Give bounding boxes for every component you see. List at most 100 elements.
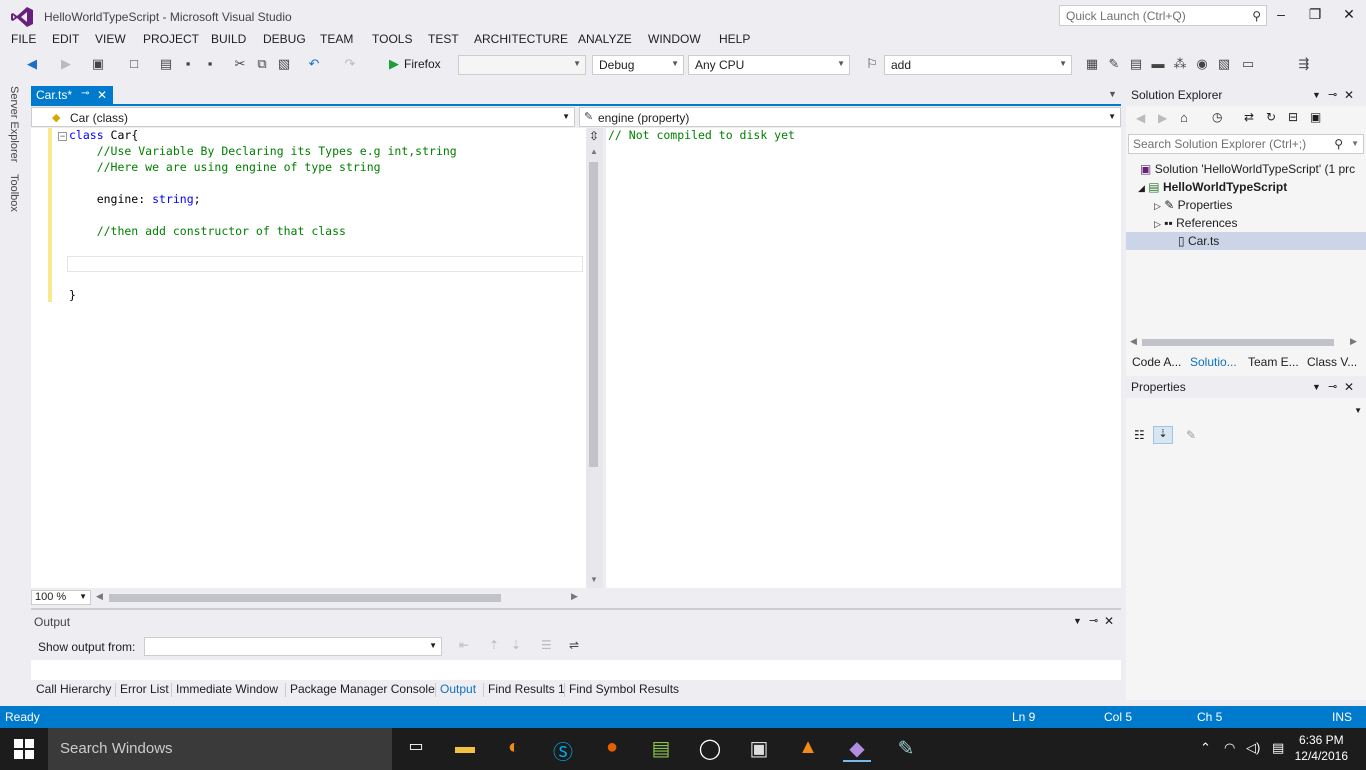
word-wrap-icon[interactable]: ⇌ [569,638,579,652]
output-menu-icon[interactable]: ▼ [1073,616,1082,626]
tab-find-symbol-results[interactable]: Find Symbol Results [569,682,679,696]
toolbox-icon[interactable]: ▬ [1150,56,1166,71]
pin-icon[interactable]: ⊸ [81,88,89,99]
scroll-down-icon[interactable]: ▼ [590,575,598,584]
panel-menu-icon[interactable]: ▼ [1312,382,1321,392]
browse-icon[interactable]: ◉ [1194,56,1210,72]
panel-close-icon[interactable]: ✕ [1344,380,1354,394]
restore-button[interactable]: ❐ [1300,6,1330,26]
split-icon[interactable]: ⇳ [589,129,599,143]
sync-icon[interactable]: ⇄ [1244,110,1254,124]
menu-team[interactable]: TEAM [320,32,353,46]
tab-overflow-icon[interactable]: ▼ [1108,89,1117,99]
forward-icon[interactable]: ▶ [1158,111,1167,125]
tab-error-list[interactable]: Error List [120,682,169,696]
start-debug-icon[interactable]: ▶ [386,56,402,72]
menu-help[interactable]: HELP [719,32,750,46]
scroll-left-icon[interactable]: ◀ [1130,336,1137,347]
tab-solution-explorer[interactable]: Solutio... [1190,355,1237,369]
menu-window[interactable]: WINDOW [648,32,701,46]
wifi-icon[interactable]: ◠ [1224,740,1235,756]
run-target-label[interactable]: Firefox [404,57,441,71]
member-combo[interactable]: ✎ engine (property) ▼ [579,107,1121,127]
close-tab-icon[interactable]: ✕ [97,88,107,102]
paint-icon[interactable]: ✎ [892,736,920,762]
music-app-icon[interactable]: ◐ [500,736,528,762]
cut-icon[interactable]: ✂ [232,56,248,72]
code-editor[interactable]: − class Car{ //Use Variable By Declaring… [31,128,586,588]
vlc-icon[interactable]: ▲ [794,736,822,762]
task-view-icon[interactable]: ▭ [402,736,430,762]
panel-pin-icon[interactable]: ⊸ [1328,380,1337,393]
scroll-right-icon[interactable]: ▶ [571,591,578,602]
home-icon[interactable]: ⌂ [1180,110,1188,125]
menu-view[interactable]: VIEW [95,32,126,46]
clear-all-icon[interactable]: ☰ [541,638,552,652]
tab-immediate-window[interactable]: Immediate Window [176,682,278,696]
tree-item-solution[interactable]: ▣ Solution 'HelloWorldTypeScript' (1 prc [1126,160,1366,178]
tab-class-view[interactable]: Class V... [1307,355,1357,369]
show-all-files-icon[interactable]: ▣ [1310,110,1321,124]
visual-studio-icon[interactable]: ◆ [843,736,871,762]
open-file-icon[interactable]: ▤ [158,56,174,72]
solution-search-input[interactable]: Search Solution Explorer (Ctrl+;) ⚲ ▼ [1128,134,1364,154]
se-horizontal-scrollbar[interactable]: ◀ ▶ [1126,336,1366,348]
scroll-thumb[interactable] [1142,339,1334,346]
collapsed-arrow-icon[interactable]: ▷ [1154,201,1161,211]
redo-icon[interactable]: ↷ [342,56,358,72]
collapse-icon[interactable]: − [58,132,67,141]
output-text-area[interactable] [31,660,1121,680]
volume-icon[interactable]: ◁) [1246,740,1260,756]
editor-vertical-scrollbar[interactable]: ⇳ ▲ ▼ [586,128,603,588]
goto-next-icon[interactable]: ⇣ [511,638,521,652]
undo-icon[interactable]: ↶ [306,56,322,72]
camera-app-icon[interactable]: ▣ [745,736,773,762]
output-pin-icon[interactable]: ⊸ [1089,614,1098,627]
output-close-icon[interactable]: ✕ [1104,614,1114,628]
tab-team-explorer[interactable]: Team E... [1248,355,1299,369]
wrench-icon[interactable]: ✎ [1106,56,1122,72]
tree-item-properties[interactable]: ▷ ✎ Properties [1126,196,1366,214]
customize-icon[interactable]: ⇶ [1296,56,1312,72]
tab-output[interactable]: Output [440,682,476,696]
platform-select[interactable]: Any CPU ▼ [688,55,850,75]
menu-test[interactable]: TEST [428,32,459,46]
opera-icon[interactable]: ◯ [696,736,724,762]
menu-file[interactable]: FILE [11,32,36,46]
taskbar-search[interactable]: Search Windows [48,728,392,770]
menu-analyze[interactable]: ANALYZE [578,32,632,46]
alphabetical-icon[interactable]: ⇣ [1153,426,1173,444]
menu-project[interactable]: PROJECT [143,32,199,46]
forward-icon[interactable]: ▶ [58,56,74,72]
empty-combo[interactable]: ▼ [458,55,586,75]
tree-item-references[interactable]: ▷ ▪▪ References [1126,214,1366,232]
new-project-icon[interactable]: ▣ [90,56,106,72]
properties-object-select[interactable]: ▼ [1126,402,1366,420]
copy-icon[interactable]: ⧉ [254,56,270,72]
save-all-icon[interactable]: ▪ [202,56,218,71]
tree-item-car-ts[interactable]: ▯ Car.ts [1126,232,1366,250]
js-preview-pane[interactable]: // Not compiled to disk yet [606,128,1121,588]
horizontal-scroll-thumb[interactable] [109,594,501,602]
tab-code-analysis[interactable]: Code A... [1132,355,1181,369]
team-icon[interactable]: ⁂ [1172,56,1188,72]
property-pages-icon[interactable]: ✎ [1186,428,1196,442]
type-combo[interactable]: ◆ Car (class) ▼ [31,107,575,127]
tab-call-hierarchy[interactable]: Call Hierarchy [36,682,111,696]
notifications-icon[interactable]: ▤ [1272,740,1284,756]
collapse-all-icon[interactable]: ⊟ [1288,110,1298,124]
output-source-select[interactable]: ▼ [144,637,442,656]
find-icon[interactable]: ⚐ [864,56,880,72]
add-item-icon[interactable]: □ [126,56,142,71]
toolbox-tab[interactable]: Toolbox [8,174,20,212]
categorized-icon[interactable]: ☷ [1134,428,1145,442]
close-window-button[interactable]: ✕ [1334,6,1364,26]
panel-pin-icon[interactable]: ⊸ [1328,88,1337,101]
history-icon[interactable]: ◷ [1212,110,1222,124]
scroll-thumb[interactable] [589,162,598,467]
tree-item-project[interactable]: ◢ ▤ HelloWorldTypeScript [1126,178,1366,196]
document-tab-car-ts[interactable]: Car.ts* ⊸ ✕ [31,86,113,105]
quick-launch-input[interactable]: Quick Launch (Ctrl+Q) ⚲ [1059,5,1267,26]
back-icon[interactable]: ◀ [1136,111,1145,125]
tab-find-results-1[interactable]: Find Results 1 [488,682,565,696]
